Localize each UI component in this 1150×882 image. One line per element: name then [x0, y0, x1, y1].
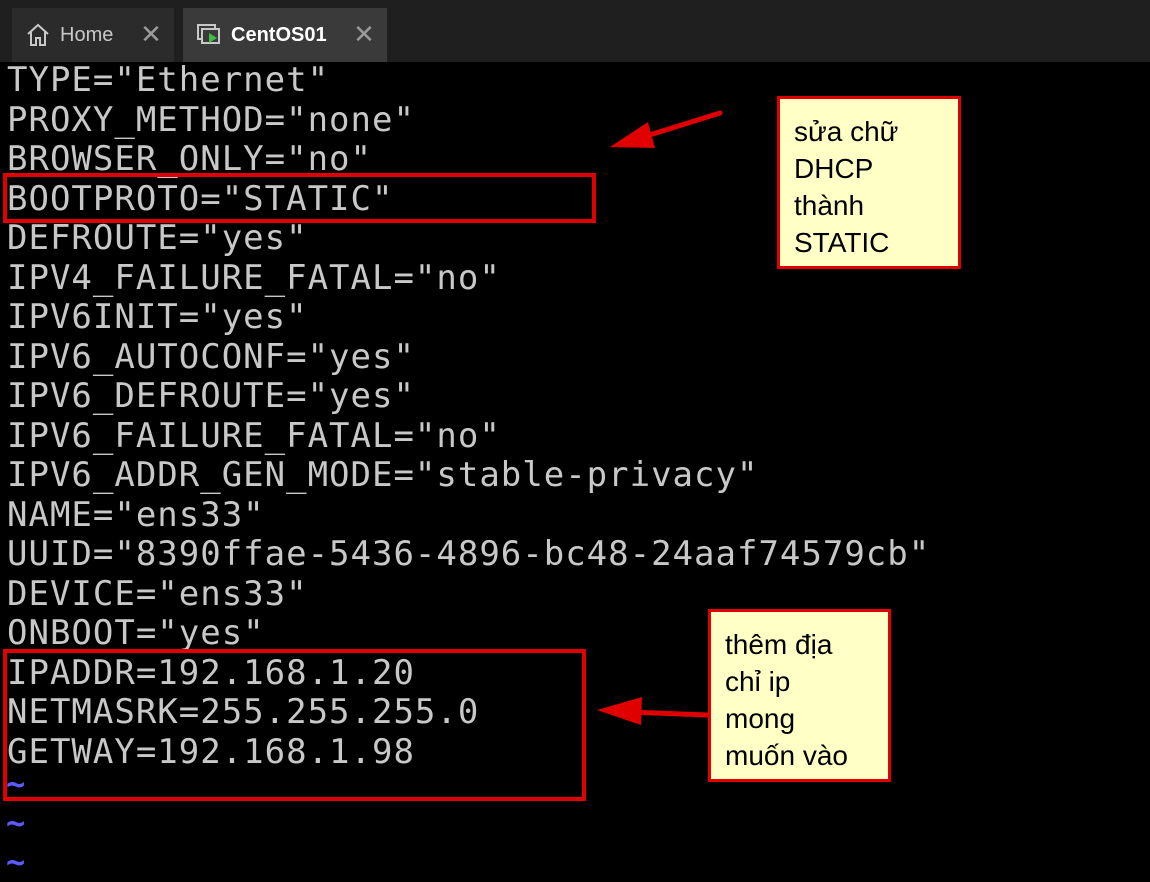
config-line: DEFROUTE="yes" — [7, 218, 308, 258]
config-line: UUID="8390ffae-5436-4896-bc48-24aaf74579… — [7, 534, 931, 574]
bootproto-highlight-box — [3, 173, 596, 223]
note-ip-line: mong — [725, 703, 796, 734]
note-ip-address: thêm địa chỉ ip mong muốn vào — [708, 609, 891, 782]
config-line: IPV6_DEFROUTE="yes" — [7, 376, 415, 416]
note-bootproto-line: STATIC — [794, 227, 890, 258]
home-icon — [24, 21, 52, 49]
ip-settings-highlight-box — [3, 649, 586, 801]
empty-line-tilde: ~ — [6, 843, 26, 881]
config-line: IPV6_FAILURE_FATAL="no" — [7, 416, 501, 456]
note-bootproto-line: sửa chữ — [794, 116, 899, 147]
config-line: IPV6_AUTOCONF="yes" — [7, 337, 415, 377]
note-bootproto-line: DHCP — [794, 153, 874, 184]
tab-centos01-label: CentOS01 — [231, 23, 327, 46]
close-icon[interactable]: ✕ — [351, 21, 377, 47]
vm-console-icon — [195, 21, 223, 49]
config-line: IPV4_FAILURE_FATAL="no" — [7, 258, 501, 298]
config-line: ONBOOT="yes" — [7, 613, 265, 653]
close-icon[interactable]: ✕ — [138, 21, 164, 47]
note-bootproto-line: thành — [794, 190, 865, 221]
note-ip-line: thêm địa — [725, 629, 833, 660]
config-line: DEVICE="ens33" — [7, 574, 308, 614]
note-ip-line: muốn vào — [725, 740, 848, 771]
note-bootproto: sửa chữ DHCP thành STATIC — [777, 96, 961, 269]
tab-home-label: Home — [60, 23, 114, 46]
config-line: NAME="ens33" — [7, 495, 265, 535]
note-ip-line: chỉ ip — [725, 666, 791, 697]
empty-line-tilde: ~ — [6, 804, 26, 842]
config-line: IPV6_ADDR_GEN_MODE="stable-privacy" — [7, 455, 759, 495]
config-line: IPV6INIT="yes" — [7, 297, 308, 337]
config-line: TYPE="Ethernet" — [7, 60, 330, 100]
tab-home[interactable]: Home ✕ — [12, 8, 174, 62]
config-line: PROXY_METHOD="none" — [7, 100, 415, 140]
tab-bar: Home ✕ CentOS01 ✕ — [0, 0, 1150, 62]
tab-centos01[interactable]: CentOS01 ✕ — [183, 8, 387, 62]
